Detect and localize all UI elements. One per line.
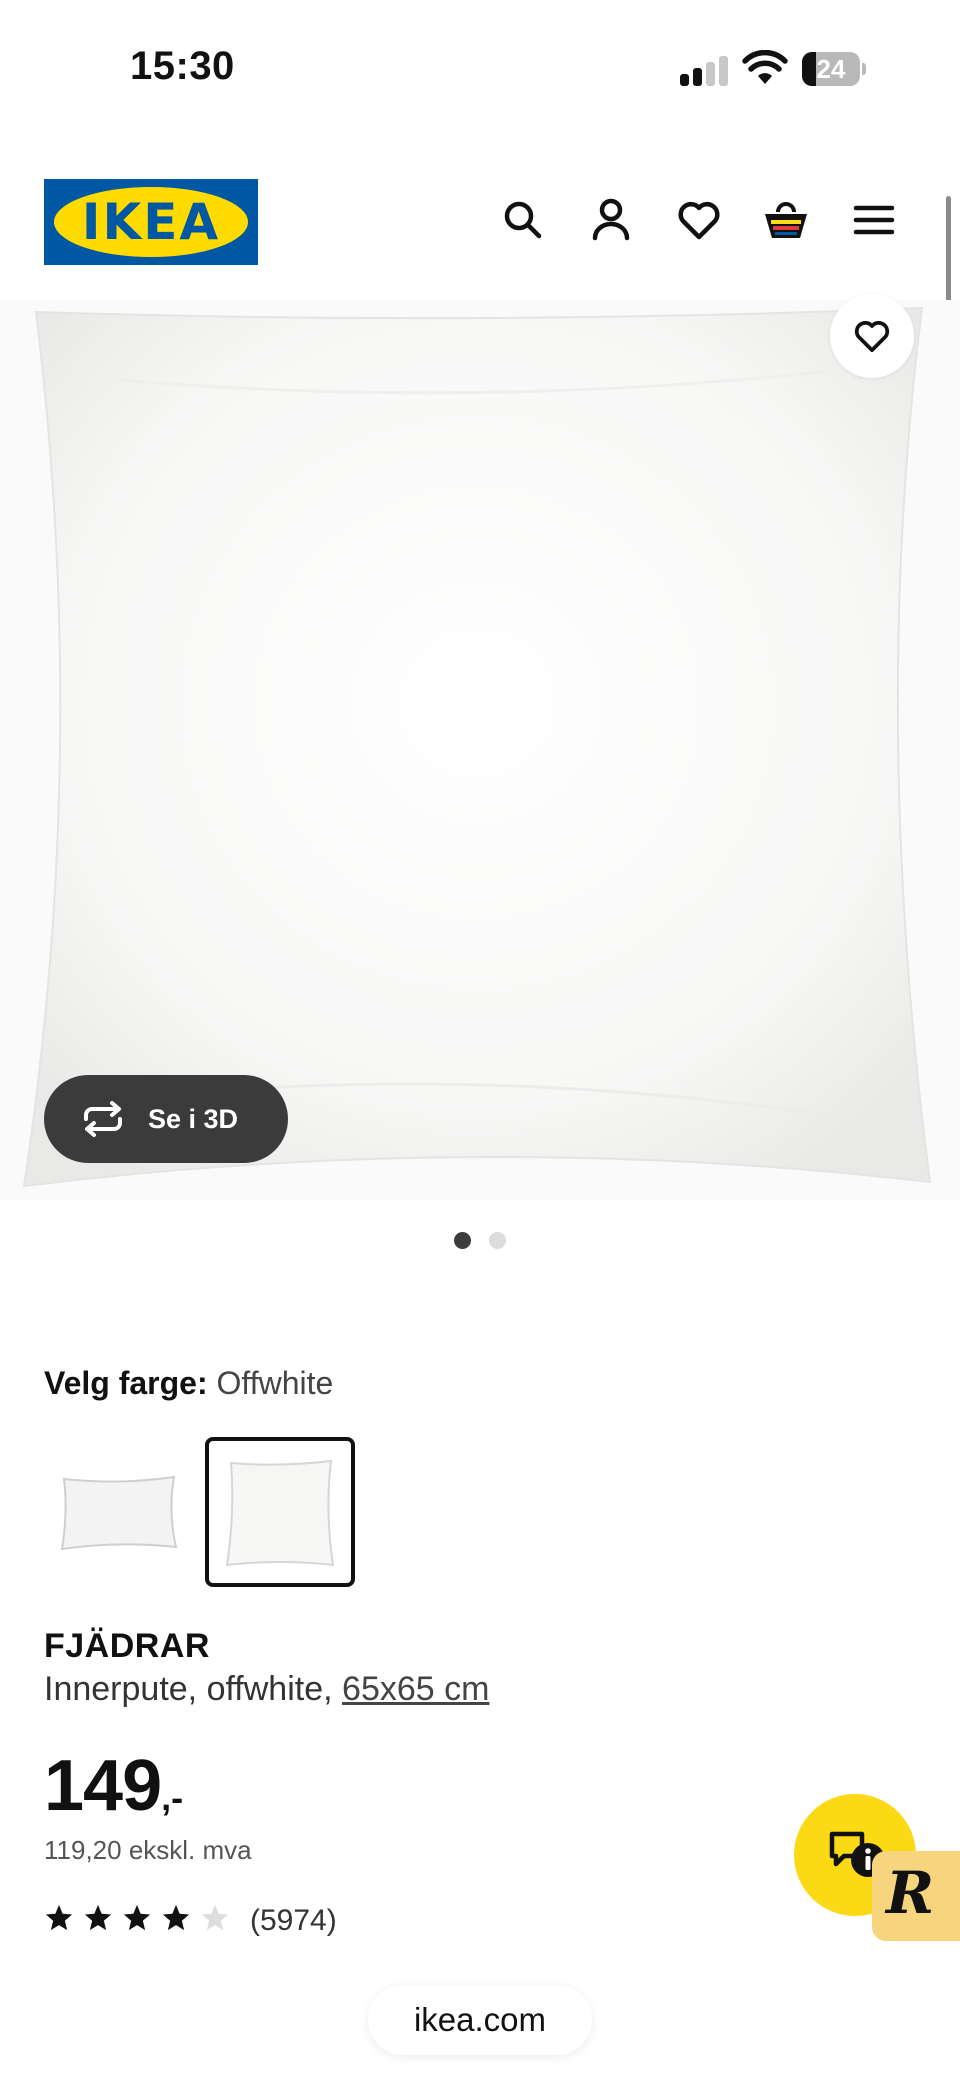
ikea-logo[interactable]: IKEA ® — [44, 179, 258, 265]
price-excluding-vat: 119,20 ekskl. mva — [44, 1835, 252, 1865]
site-header: IKEA ® — [0, 160, 960, 280]
battery-level: 24 — [816, 54, 846, 84]
star-filled-icon — [45, 1904, 73, 1931]
color-swatch-option[interactable] — [44, 1437, 194, 1587]
color-selector-label: Velg farge: Offwhite — [44, 1365, 334, 1401]
star-filled-icon — [123, 1904, 151, 1931]
price-suffix: ,- — [161, 1777, 184, 1818]
pagination-dot-active[interactable] — [454, 1232, 471, 1249]
product-description: Innerpute, offwhite, 65x65 cm — [44, 1670, 490, 1708]
add-to-wishlist-button[interactable] — [830, 294, 914, 378]
product-name: FJÄDRAR — [44, 1627, 210, 1665]
star-empty-icon — [201, 1904, 229, 1931]
extension-badge[interactable]: R — [872, 1851, 960, 1941]
size-link[interactable]: 65x65 cm — [342, 1670, 489, 1708]
star-filled-icon — [84, 1904, 112, 1931]
pagination-dot[interactable] — [489, 1232, 506, 1249]
product-image[interactable] — [0, 300, 960, 1200]
status-bar: 15:30 24 — [0, 0, 960, 130]
rating-count[interactable]: (5974) — [250, 1904, 337, 1938]
battery-icon: 24 — [802, 52, 866, 86]
account-icon[interactable] — [587, 196, 635, 244]
price-value: 149 — [44, 1746, 162, 1826]
browser-url-bar[interactable]: ikea.com — [368, 1985, 592, 2055]
view-in-3d-button[interactable]: Se i 3D — [44, 1075, 288, 1163]
rotate-3d-icon — [80, 1099, 126, 1144]
product-price: 149,- — [44, 1745, 183, 1827]
view-in-3d-label: Se i 3D — [148, 1104, 239, 1134]
search-icon[interactable] — [499, 196, 547, 244]
wifi-icon — [742, 49, 788, 86]
cellular-signal-icon — [680, 54, 730, 86]
heart-icon[interactable] — [675, 196, 723, 244]
color-swatch-selected[interactable] — [205, 1437, 355, 1587]
basket-icon[interactable] — [762, 196, 810, 244]
selected-color: Offwhite — [216, 1365, 334, 1401]
status-time: 15:30 — [130, 44, 235, 88]
star-filled-icon — [162, 1904, 190, 1931]
menu-icon[interactable] — [850, 196, 898, 244]
image-pagination — [452, 1232, 512, 1250]
